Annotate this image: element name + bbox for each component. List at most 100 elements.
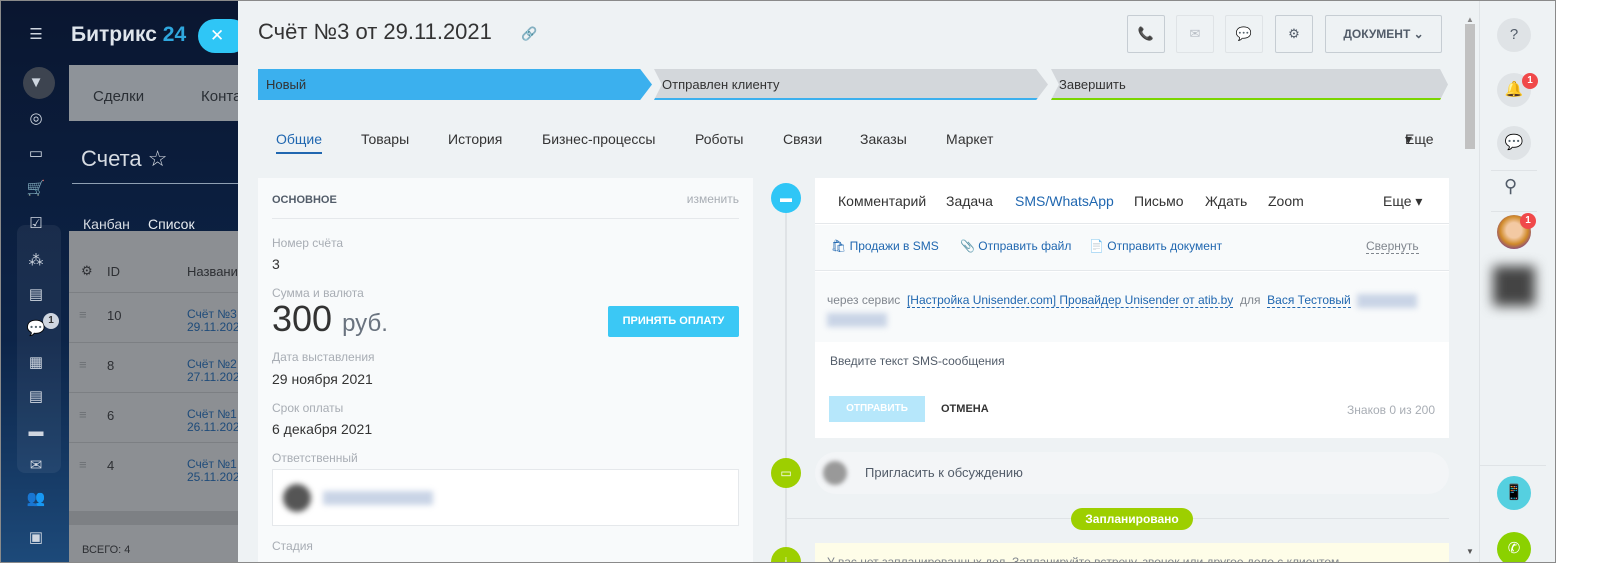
sms-text-input[interactable]: Введите текст SMS-сообщения [830, 354, 1005, 368]
chat-button[interactable]: 💬 [1225, 15, 1263, 53]
avatar-blurred[interactable] [1493, 266, 1535, 306]
target-icon[interactable]: ◎ [26, 109, 46, 129]
recipient-link[interactable]: Вася Тестовый [1267, 293, 1351, 308]
call-button[interactable]: 📞 [1127, 15, 1165, 53]
notification-badge: 1 [1522, 73, 1538, 89]
mail-icon[interactable]: ✉ [26, 456, 46, 476]
amount: 300 руб. [272, 298, 388, 339]
settings-icon[interactable]: ⚙ [81, 263, 93, 279]
provider-link[interactable]: [Настройка Unisender.com] Провайдер Unis… [906, 293, 1234, 308]
tab-comment[interactable]: Комментарий [838, 193, 926, 209]
responsible-field[interactable] [272, 469, 739, 526]
stage-new[interactable]: Новый [258, 69, 652, 100]
crm-tab-deals[interactable]: Сделки [93, 88, 144, 105]
divider [1491, 211, 1537, 212]
document-button[interactable]: ДОКУМЕНТ ⌄ [1325, 15, 1442, 53]
phone-blurred[interactable] [1357, 293, 1418, 308]
responsible-name-blurred [323, 491, 433, 505]
settings-button[interactable]: ⚙ [1275, 15, 1313, 53]
tab-general[interactable]: Общие [276, 131, 323, 154]
avatar [283, 484, 311, 512]
editor-tabs: Комментарий Задача SMS/WhatsApp Письмо Ж… [815, 178, 1449, 224]
column-header[interactable]: ID [107, 264, 120, 279]
email-button[interactable]: ✉ [1176, 15, 1214, 53]
tab-sms[interactable]: SMS/WhatsApp [1015, 193, 1114, 209]
collapse-link[interactable]: Свернуть [1366, 239, 1419, 254]
chat-list-icon[interactable]: 💬 [1497, 126, 1531, 160]
divider [272, 218, 739, 219]
field-label: Ответственный [272, 451, 358, 465]
invoice-number: 3 [272, 256, 280, 272]
horizontal-scrollbar[interactable] [69, 511, 239, 525]
drive-icon[interactable]: ▬ [26, 422, 46, 442]
accept-payment-button[interactable]: ПРИНЯТЬ ОПЛАТУ [608, 306, 739, 337]
sms-sales-link[interactable]: 🛍 Продажи в SMS [831, 239, 939, 253]
tab-task[interactable]: Задача [946, 193, 993, 209]
calendar-icon[interactable]: ▦ [26, 353, 46, 373]
planned-empty-message: У вас нет запланированных дел. Запланиру… [815, 543, 1449, 562]
avatar [823, 461, 847, 485]
card-icon[interactable]: ▤ [26, 285, 46, 305]
process-icon[interactable]: ⁂ [26, 251, 46, 271]
left-menu: ☰ ▼ ◎ ▭ 🛒 ☑ ⁂ ▤ 💬 1 ▦ ▤ ▬ ✉ 👥 ▣ [1, 1, 69, 562]
filter-icon[interactable]: ▼ [26, 73, 46, 93]
char-counter: Знаков 0 из 200 [1347, 403, 1435, 417]
menu-icon[interactable]: ☰ [26, 25, 46, 45]
sms-actions: 🛍 Продажи в SMS 📎 Отправить файл 📄 Отпра… [815, 225, 1449, 271]
field-label: Срок оплаты [272, 401, 344, 415]
table-row[interactable]: ≡ 6 Счёт №1 26.11.202 [69, 392, 240, 442]
tabs-more[interactable]: Еще ▾ [1405, 131, 1434, 148]
tab-zoom[interactable]: Zoom [1268, 193, 1304, 209]
contact-card-icon[interactable]: ▣ [26, 528, 46, 548]
document-icon[interactable]: ▤ [26, 387, 46, 407]
search-icon[interactable]: ⚲ [1504, 176, 1517, 197]
due-date: 6 декабря 2021 [272, 421, 373, 437]
tab-relations[interactable]: Связи [783, 131, 822, 147]
window: ☰ ▼ ◎ ▭ 🛒 ☑ ⁂ ▤ 💬 1 ▦ ▤ ▬ ✉ 👥 ▣ Битрикс … [0, 0, 1556, 563]
info-icon: i [771, 547, 801, 562]
crm-tab-contacts[interactable]: Конта [201, 88, 241, 105]
table-row[interactable]: ≡ 10 Счёт №3 29.11.202 [69, 292, 240, 342]
view-kanban[interactable]: Канбан [83, 216, 130, 232]
send-button[interactable]: ОТПРАВИТЬ [829, 396, 925, 422]
table-row[interactable]: ≡ 8 Счёт №2 27.11.202 [69, 342, 240, 392]
edit-link[interactable]: изменить [687, 192, 739, 206]
field-label: Дата выставления [272, 350, 375, 364]
tab-wait[interactable]: Ждать [1205, 193, 1247, 209]
users-icon[interactable]: 👥 [26, 489, 46, 509]
avatar-badge: 1 [1520, 213, 1536, 229]
right-panel: ? 🔔 1 💬 ⚲ 1 📱 ✆ [1479, 1, 1555, 562]
cancel-button[interactable]: ОТМЕНА [941, 403, 989, 415]
stage-sent[interactable]: Отправлен клиенту [654, 69, 1048, 100]
vertical-scrollbar[interactable]: ▲ ▼ [1465, 15, 1475, 556]
tab-market[interactable]: Маркет [946, 131, 993, 147]
tab-email[interactable]: Письмо [1134, 193, 1184, 209]
comment-icon: ▬ [771, 183, 801, 213]
cart-icon[interactable]: 🛒 [26, 179, 46, 199]
phone-icon[interactable]: ✆ [1497, 532, 1531, 562]
stage-complete[interactable]: Завершить [1051, 69, 1448, 100]
issue-date: 29 ноября 2021 [272, 371, 373, 387]
table-row[interactable]: ≡ 4 Счёт №1 25.11.202 [69, 442, 240, 492]
activity-editor: Комментарий Задача SMS/WhatsApp Письмо Ж… [815, 178, 1449, 438]
link-icon[interactable]: 🔗 [521, 26, 537, 42]
tab-products[interactable]: Товары [361, 131, 409, 147]
tab-robots[interactable]: Роботы [695, 131, 743, 147]
timeline-line [785, 186, 787, 562]
grid-total: ВСЕГО: 4 [82, 544, 131, 556]
mobile-cloud-icon[interactable]: 📱 [1497, 476, 1531, 510]
window-icon[interactable]: ▭ [26, 144, 46, 164]
invite-discussion[interactable]: Пригласить к обсуждению [815, 452, 1449, 494]
invite-text: Пригласить к обсуждению [865, 465, 1023, 480]
send-file-link[interactable]: 📎 Отправить файл [960, 239, 1071, 253]
editor-more[interactable]: Еще ▾ [1383, 193, 1422, 210]
send-document-link[interactable]: 📄 Отправить документ [1089, 239, 1222, 253]
tab-orders[interactable]: Заказы [860, 131, 907, 147]
scrollbar-thumb[interactable] [1465, 24, 1475, 149]
field-label: Стадия [272, 539, 313, 553]
help-icon[interactable]: ? [1497, 18, 1531, 52]
column-header[interactable]: Названи [187, 264, 238, 279]
tab-business-processes[interactable]: Бизнес-процессы [542, 131, 655, 147]
tab-history[interactable]: История [448, 131, 502, 147]
background-page: ☰ ▼ ◎ ▭ 🛒 ☑ ⁂ ▤ 💬 1 ▦ ▤ ▬ ✉ 👥 ▣ Битрикс … [1, 1, 241, 562]
